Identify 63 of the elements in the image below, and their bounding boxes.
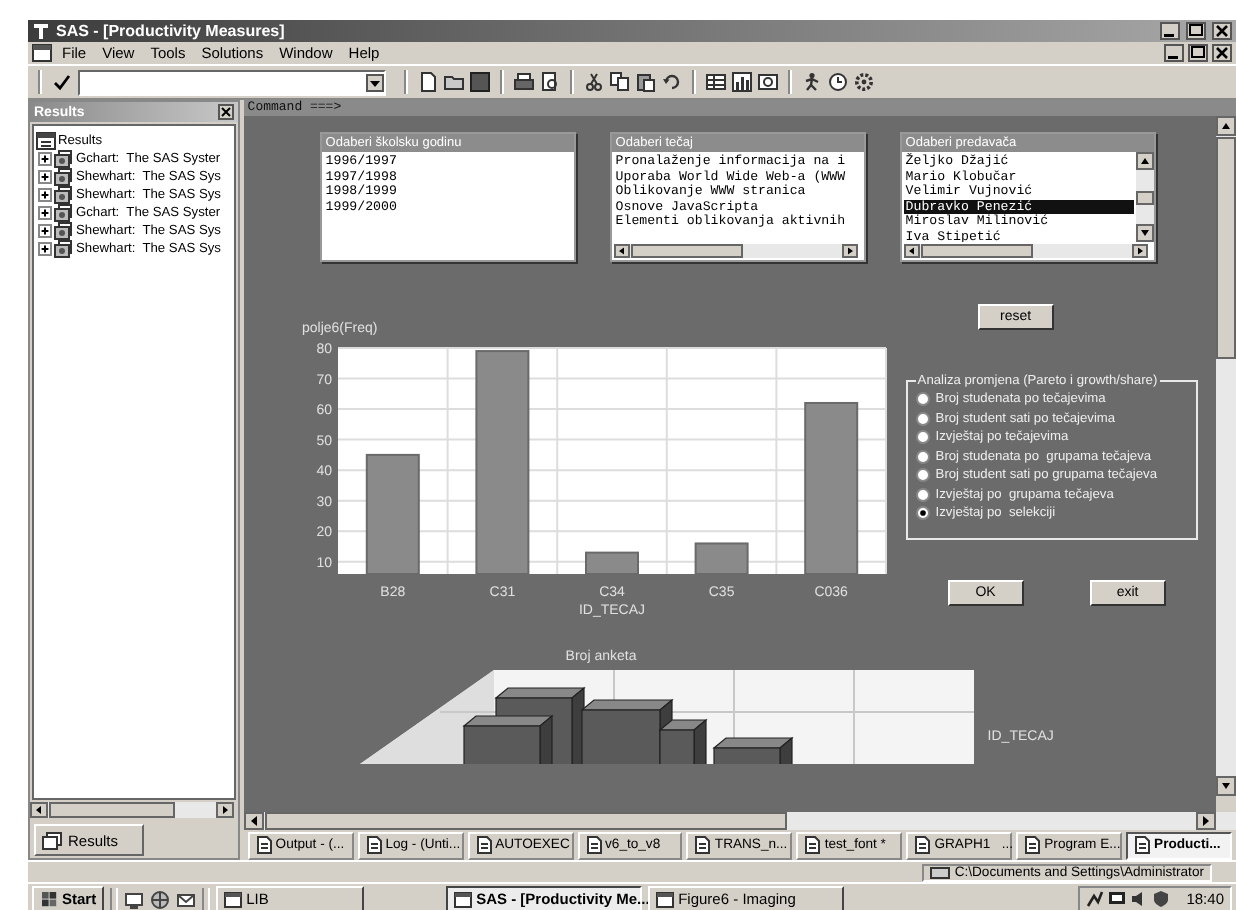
preview-icon[interactable]: [540, 72, 560, 92]
radio-button[interactable]: [915, 392, 930, 407]
printer-icon[interactable]: [514, 72, 534, 92]
new-page-icon[interactable]: [418, 72, 438, 92]
shield-icon: [1152, 890, 1171, 908]
app-icon: [32, 22, 50, 40]
document-icon: [255, 836, 272, 854]
report-icon: [54, 186, 74, 204]
radio-button[interactable]: [915, 487, 930, 502]
radio-button[interactable]: [915, 430, 930, 445]
radio-button[interactable]: [915, 468, 930, 483]
envelope-icon[interactable]: [176, 889, 197, 909]
running-figure-icon[interactable]: [802, 72, 822, 92]
expander-icon[interactable]: [38, 170, 52, 184]
report-icon: [54, 150, 74, 168]
globe-icon[interactable]: [150, 889, 171, 909]
close-button[interactable]: [1212, 22, 1232, 40]
results-icon: [42, 831, 62, 849]
bar: [584, 551, 639, 575]
chart-icon[interactable]: [732, 72, 752, 92]
window-icon: [454, 890, 473, 908]
radio-button[interactable]: [915, 506, 930, 521]
scissors-icon[interactable]: [584, 72, 604, 92]
document-icon: [914, 836, 931, 854]
window-icon: [224, 890, 243, 908]
document-icon: [585, 836, 602, 854]
close-button[interactable]: [1212, 44, 1232, 62]
expander-icon[interactable]: [38, 188, 52, 202]
document-icon: [365, 836, 382, 854]
expander-icon[interactable]: [38, 224, 52, 238]
minimize-button[interactable]: [1164, 44, 1184, 62]
desktop-icon[interactable]: [124, 889, 145, 909]
window-title: SAS - [Productivity Measures]: [56, 22, 285, 40]
bar: [694, 542, 749, 575]
flag-icon: [40, 890, 58, 908]
window-icon: [656, 890, 675, 908]
minimize-button[interactable]: [1160, 22, 1180, 40]
document-icon: [1134, 836, 1151, 854]
report-icon: [54, 240, 74, 258]
report-icon: [54, 168, 74, 186]
copy-icon[interactable]: [610, 72, 630, 92]
document-icon: [804, 836, 821, 854]
clock-icon[interactable]: [828, 72, 848, 92]
radio-button[interactable]: [915, 411, 930, 426]
expander-icon[interactable]: [38, 152, 52, 166]
document-icon: [694, 836, 711, 854]
check-icon[interactable]: [52, 72, 72, 92]
close-icon[interactable]: [217, 104, 234, 120]
expander-icon[interactable]: [38, 242, 52, 256]
report-icon: [54, 204, 74, 222]
bar: [365, 453, 420, 575]
table-icon[interactable]: [706, 72, 726, 92]
document-icon: [1024, 836, 1041, 854]
network-icon: [1086, 890, 1105, 908]
folder-icon[interactable]: [444, 72, 464, 92]
report-icon: [54, 222, 74, 240]
radio-button[interactable]: [915, 449, 930, 464]
vertical-scrollbar: [1135, 152, 1154, 242]
expander-icon[interactable]: [38, 206, 52, 220]
document-icon: [475, 836, 492, 854]
undo-icon[interactable]: [662, 72, 682, 92]
command-combo-box[interactable]: [78, 69, 386, 95]
paste-icon[interactable]: [636, 72, 656, 92]
